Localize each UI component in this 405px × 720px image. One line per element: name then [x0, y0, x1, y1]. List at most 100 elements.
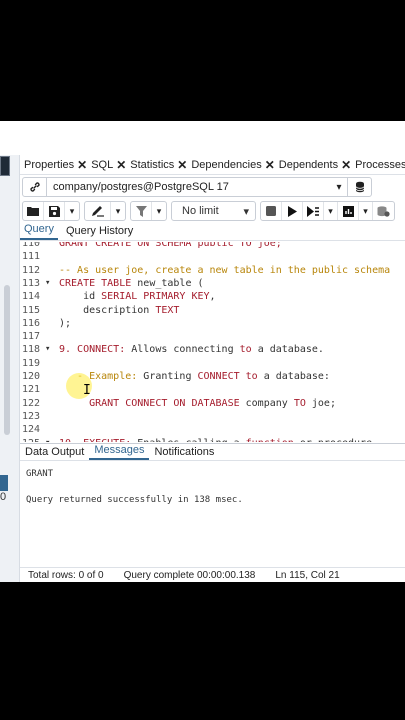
chevron-down-icon[interactable]: ▾: [152, 202, 166, 220]
code-line[interactable]: 117: [20, 330, 405, 343]
code-token: Allows connecting: [131, 344, 240, 356]
limit-select[interactable]: No limit ▾: [171, 201, 256, 221]
line-number: 110: [21, 242, 40, 249]
code-token: GRANT CONNECT ON DATABASE: [59, 397, 246, 409]
close-icon[interactable]: ✕: [77, 158, 87, 172]
code-text: GRANT CONNECT ON DATABASE company TO joe…: [59, 397, 336, 410]
code-token: joe;: [305, 397, 336, 409]
code-token: 10. EXECUTE:: [59, 438, 137, 443]
code-token: Granting: [143, 371, 198, 382]
tab-label: SQL: [91, 158, 114, 171]
chevron-down-icon[interactable]: ▾: [331, 182, 347, 193]
code-line[interactable]: 119: [20, 357, 405, 370]
results-tabs: Data Output Messages Notifications: [20, 443, 405, 461]
tab-query[interactable]: Query: [20, 223, 58, 240]
execute-play-icon[interactable]: [282, 202, 303, 220]
line-number: 121: [21, 384, 40, 396]
tab-label: Dependents: [278, 158, 339, 171]
tab-properties[interactable]: Properties ✕: [24, 158, 87, 172]
code-text: 9. CONNECT: Allows connecting to a datab…: [59, 343, 324, 356]
left-scrollbar[interactable]: [4, 285, 10, 435]
open-folder-icon[interactable]: [23, 202, 44, 220]
tab-sql[interactable]: SQL ✕: [91, 158, 126, 172]
left-panel-edge: [0, 155, 20, 582]
left-panel-digit: 0: [0, 491, 7, 503]
code-line[interactable]: 118 ▾ 9. CONNECT: Allows connecting to a d…: [20, 343, 405, 356]
pencil-icon[interactable]: [85, 202, 111, 220]
code-text: CREATE TABLE new_table (: [59, 277, 204, 290]
database-commit-icon[interactable]: [373, 202, 394, 220]
code-line[interactable]: 114 id SERIAL PRIMARY KEY,: [20, 290, 405, 303]
code-line[interactable]: 112 -- As user joe, create a new table in…: [20, 264, 405, 277]
editor-subtabs: Query Query History: [20, 223, 405, 241]
chevron-down-icon[interactable]: ▾: [359, 202, 373, 220]
code-token: ,: [209, 291, 216, 303]
line-number: 119: [21, 357, 40, 369]
line-number: 113: [21, 277, 40, 289]
code-text: 10. EXECUTE: Enables calling a function …: [59, 437, 378, 443]
chevron-down-icon[interactable]: ▾: [324, 202, 338, 220]
code-text: description TEXT: [59, 304, 179, 317]
code-line[interactable]: 113 ▾ CREATE TABLE new_table (: [20, 277, 405, 290]
chevron-down-icon[interactable]: ▾: [65, 202, 79, 220]
tab-data-output[interactable]: Data Output: [20, 446, 89, 460]
code-line[interactable]: 115 description TEXT: [20, 304, 405, 317]
close-icon[interactable]: ✕: [116, 158, 126, 172]
code-line[interactable]: 116);: [20, 317, 405, 330]
line-number: 117: [21, 331, 40, 343]
close-icon[interactable]: ✕: [341, 158, 351, 172]
tab-label: Statistics: [130, 158, 175, 171]
explain-icon[interactable]: [338, 202, 359, 220]
tab-notifications[interactable]: Notifications: [149, 446, 219, 460]
connection-selector[interactable]: company/postgres@PostgreSQL 17 ▾: [22, 177, 372, 197]
code-line[interactable]: 125 ▾ 10. EXECUTE: Enables calling a funct…: [20, 437, 405, 443]
line-number: 123: [21, 410, 40, 422]
fold-chevron-icon[interactable]: ▾: [45, 277, 50, 290]
text-cursor-icon: I: [83, 383, 91, 398]
close-icon[interactable]: ✕: [265, 158, 275, 172]
limit-label: No limit: [182, 205, 219, 217]
code-line[interactable]: 110 GRANT CREATE ON SCHEMA public TO joe;: [20, 242, 405, 250]
code-text: );: [59, 317, 71, 330]
code-line[interactable]: 124: [20, 423, 405, 436]
execute-script-icon[interactable]: [303, 202, 324, 220]
code-text: -- As user joe, create a new table in th…: [59, 264, 390, 277]
stop-icon[interactable]: [261, 202, 282, 220]
tab-query-history[interactable]: Query History: [62, 225, 137, 240]
chevron-down-icon[interactable]: ▾: [111, 202, 125, 220]
line-number: 116: [21, 317, 40, 329]
limit-dropdown[interactable]: No limit ▾: [172, 202, 255, 220]
tab-dependents[interactable]: Dependents ✕: [279, 158, 351, 172]
tab-label: Properties: [24, 158, 75, 171]
code-line[interactable]: 111: [20, 250, 405, 263]
line-number: 114: [21, 291, 40, 303]
code-token: to: [239, 344, 252, 356]
filter-icon[interactable]: [131, 202, 152, 220]
database-icon[interactable]: [347, 178, 371, 196]
close-icon[interactable]: ✕: [177, 158, 187, 172]
panel-tab-marker[interactable]: [0, 156, 10, 176]
selected-tree-node[interactable]: [0, 475, 8, 491]
tab-messages[interactable]: Messages: [89, 444, 150, 460]
messages-panel: GRANT Query returned successfully in 138…: [20, 462, 405, 567]
code-line[interactable]: 123: [20, 410, 405, 423]
save-icon[interactable]: [44, 202, 65, 220]
execute-group: ▾ ▾: [260, 201, 395, 221]
code-token: SERIAL PRIMARY KEY: [101, 291, 210, 303]
tab-processes[interactable]: Processes✕: [355, 158, 405, 172]
code-token: );: [59, 317, 72, 329]
link-icon[interactable]: [23, 178, 47, 196]
fold-chevron-icon[interactable]: ▾: [45, 343, 50, 356]
code-text: - Example: Granting CONNECT to a databas…: [59, 370, 330, 383]
chevron-down-icon: ▾: [243, 205, 249, 218]
code-token: GRANT CREATE ON SCHEMA public TO joe;: [59, 242, 282, 249]
status-rows: Total rows: 0 of 0: [28, 569, 104, 581]
code-text: GRANT CREATE ON SCHEMA public TO joe;: [59, 242, 282, 250]
code-token: CREATE TABLE: [59, 277, 138, 289]
tab-label: Dependencies: [191, 158, 262, 171]
sql-editor[interactable]: 125 ▾ 10. EXECUTE: Enables calling a funct…: [20, 242, 405, 442]
tab-statistics[interactable]: Statistics ✕: [130, 158, 187, 172]
code-token: company: [245, 397, 294, 409]
tab-dependencies[interactable]: Dependencies ✕: [191, 158, 274, 172]
fold-chevron-icon[interactable]: ▾: [45, 437, 50, 443]
